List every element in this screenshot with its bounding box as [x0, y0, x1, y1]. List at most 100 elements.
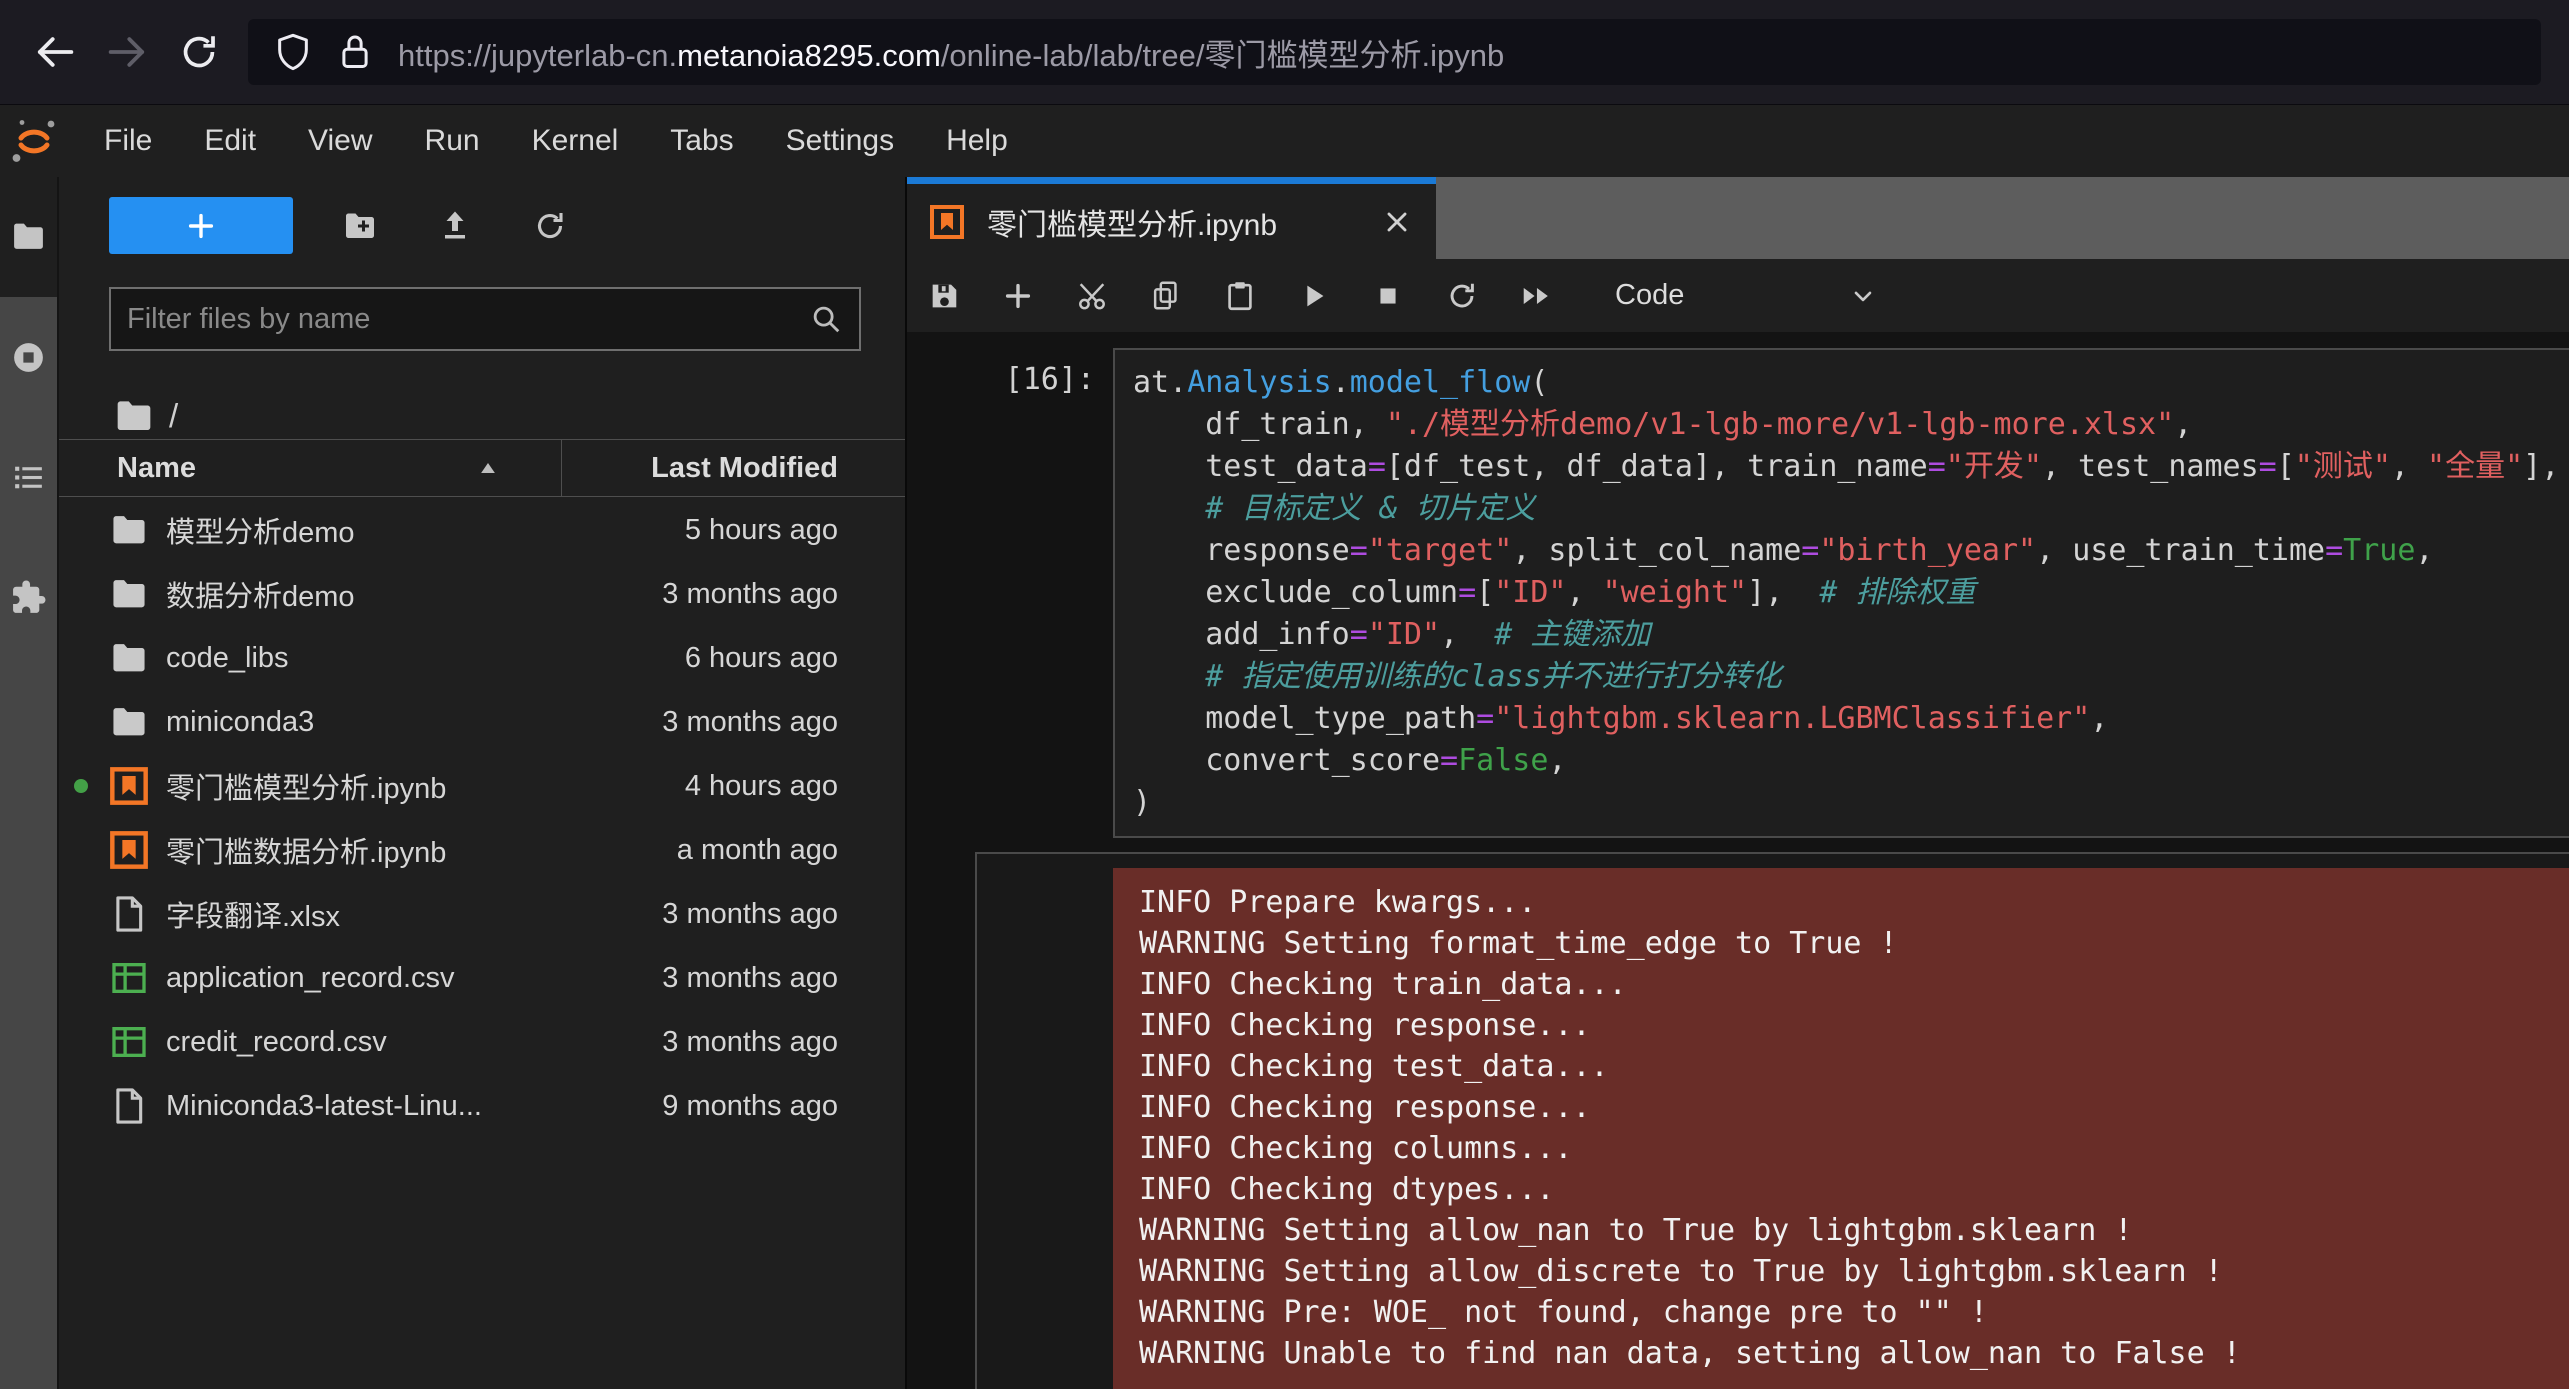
code-editor[interactable]: at.Analysis.model_flow( df_train, "./模型分… [1113, 348, 2569, 838]
code-cell[interactable]: [16]: at.Analysis.model_flow( df_train, … [907, 348, 2569, 838]
lock-icon[interactable] [335, 32, 375, 72]
column-modified-header[interactable]: Last Modified [562, 452, 905, 485]
csv-icon [109, 1022, 149, 1062]
paste-button[interactable] [1203, 259, 1277, 332]
sidebar-tab-running-sessions-icon[interactable] [0, 329, 57, 386]
url-path: /online-lab/lab/tree/零门槛模型分析.ipynb [941, 38, 1504, 73]
output-line: INFO Prepare kwargs... [1139, 882, 2543, 923]
home-folder-icon[interactable] [113, 395, 155, 437]
save-button[interactable] [907, 259, 981, 332]
file-name: 数据分析demo [166, 573, 355, 615]
filter-files-input[interactable] [127, 303, 809, 336]
back-icon[interactable] [26, 23, 84, 81]
notebook-toolbar-buttons [907, 259, 1573, 332]
file-name: credit_record.csv [166, 1026, 387, 1059]
output-line: INFO Checking train_data... [1139, 964, 2543, 1005]
file-row[interactable]: 零门槛数据分析.ipynba month ago [59, 818, 905, 882]
restart-button[interactable] [1425, 259, 1499, 332]
kernel-running-dot [74, 779, 88, 793]
output-line: WARNING Setting format_time_edge to True… [1139, 923, 2543, 964]
code-line: model_type_path="lightgbm.sklearn.LGBMCl… [1133, 698, 2569, 740]
fast-forward-button[interactable] [1499, 259, 1573, 332]
file-name: 模型分析demo [166, 509, 355, 551]
stop-button[interactable] [1351, 259, 1425, 332]
file-modified: 3 months ago [662, 962, 905, 995]
tracking-protection-shield-icon[interactable] [273, 32, 313, 72]
menu-tabs[interactable]: Tabs [644, 105, 759, 177]
dock-tab-bar: 零门槛模型分析.ipynb [907, 177, 2569, 259]
output-line: WARNING Setting allow_nan to True by lig… [1139, 1210, 2543, 1251]
cell-type-dropdown[interactable]: Code [1615, 279, 1877, 312]
new-launcher-button[interactable] [109, 197, 293, 254]
output-line: WARNING Pre: WOE_ not found, change pre … [1139, 1292, 2543, 1333]
folder-icon [109, 702, 149, 742]
plus-button[interactable] [981, 259, 1055, 332]
main-area: / Name Last Modified 模型分析demo 5 hours ago… [0, 177, 2569, 1389]
breadcrumb[interactable]: / [113, 395, 178, 437]
sidebar-tab-table-of-contents-icon[interactable] [0, 449, 57, 506]
csv-icon [109, 958, 149, 998]
file-row[interactable]: application_record.csv 3 months ago [59, 946, 905, 1010]
code-line: test_data=[df_test, df_data], train_name… [1133, 446, 2569, 488]
file-row[interactable]: 字段翻译.xlsx3 months ago [59, 882, 905, 946]
output-line: INFO Checking dtypes... [1139, 1169, 2543, 1210]
notebook-file-icon [929, 204, 965, 240]
code-line: # 目标定义 & 切片定义 [1133, 488, 2569, 530]
file-browser-panel: / Name Last Modified 模型分析demo 5 hours ago… [57, 177, 907, 1389]
sidebar-tab-extensions-icon[interactable] [0, 569, 57, 626]
tab-title: 零门槛模型分析.ipynb [987, 200, 1277, 244]
menu-file[interactable]: File [78, 105, 178, 177]
file-filter-box[interactable] [109, 287, 861, 351]
address-bar[interactable]: https://jupyterlab-cn.metanoia8295.com/o… [248, 19, 2541, 85]
menu-run[interactable]: Run [399, 105, 506, 177]
file-modified: a month ago [677, 834, 905, 867]
notebook-toolbar: Code [907, 259, 2569, 332]
file-row[interactable]: 模型分析demo 5 hours ago [59, 498, 905, 562]
notebook-dock: 零门槛模型分析.ipynb Code [16]: at.Analysis.mod… [907, 177, 2569, 1389]
url-text: https://jupyterlab-cn.metanoia8295.com/o… [398, 30, 1504, 75]
file-row[interactable]: Miniconda3-latest-Linu...9 months ago [59, 1074, 905, 1138]
file-modified: 3 months ago [662, 1026, 905, 1059]
menu-kernel[interactable]: Kernel [506, 105, 645, 177]
column-name-header[interactable]: Name [59, 440, 562, 496]
file-modified: 3 months ago [662, 578, 905, 611]
browser-toolbar: https://jupyterlab-cn.metanoia8295.com/o… [0, 0, 2569, 105]
file-modified: 5 hours ago [685, 514, 905, 547]
code-line: ) [1133, 782, 2569, 824]
code-line: response="target", split_col_name="birth… [1133, 530, 2569, 572]
close-tab-icon[interactable] [1380, 205, 1414, 239]
menu-settings[interactable]: Settings [760, 105, 920, 177]
code-line: df_train, "./模型分析demo/v1-lgb-more/v1-lgb… [1133, 404, 2569, 446]
reload-icon[interactable] [170, 23, 228, 81]
menu-view[interactable]: View [282, 105, 398, 177]
run-button[interactable] [1277, 259, 1351, 332]
menu-help[interactable]: Help [920, 105, 1034, 177]
menu-edit[interactable]: Edit [178, 105, 282, 177]
code-line: # 指定使用训练的class并不进行打分转化 [1133, 656, 2569, 698]
refresh-button[interactable] [522, 198, 578, 254]
notebook-tab[interactable]: 零门槛模型分析.ipynb [907, 177, 1436, 259]
file-row[interactable]: credit_record.csv 3 months ago [59, 1010, 905, 1074]
upload-button[interactable] [427, 198, 483, 254]
activity-bar [0, 177, 57, 1389]
file-modified: 4 hours ago [685, 770, 905, 803]
output-line: INFO Checking test_data... [1139, 1046, 2543, 1087]
jupyterlab-menu-bar: FileEditViewRunKernelTabsSettingsHelp [0, 105, 2569, 177]
sidebar-tab-files-icon[interactable] [0, 208, 57, 265]
file-row[interactable]: miniconda33 months ago [59, 690, 905, 754]
name-column-label: Name [117, 452, 196, 485]
file-name: code_libs [166, 642, 289, 675]
cut-button[interactable] [1055, 259, 1129, 332]
file-modified: 3 months ago [662, 706, 905, 739]
sort-ascending-icon [477, 457, 499, 479]
file-row[interactable]: code_libs6 hours ago [59, 626, 905, 690]
file-name: application_record.csv [166, 962, 455, 995]
url-prefix: https://jupyterlab-cn. [398, 38, 677, 73]
file-row[interactable]: 数据分析demo 3 months ago [59, 562, 905, 626]
file-row[interactable]: 零门槛模型分析.ipynb4 hours ago [59, 754, 905, 818]
new-folder-button[interactable] [332, 198, 388, 254]
copy-button[interactable] [1129, 259, 1203, 332]
notebook-icon [109, 830, 149, 870]
forward-icon[interactable] [98, 23, 156, 81]
folder-icon [109, 638, 149, 678]
